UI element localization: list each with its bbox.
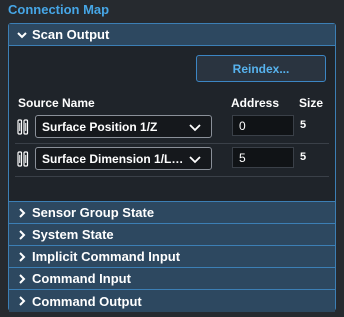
section-label: Command Output	[32, 293, 142, 309]
drag-handle-icon[interactable]	[17, 119, 29, 135]
section-label: System State	[32, 227, 114, 242]
column-header-address: Address	[231, 96, 280, 110]
connection-map-root: Connection Map Scan Output Reindex... So…	[0, 0, 344, 317]
reindex-button[interactable]: Reindex...	[196, 55, 326, 82]
table-row: Surface Dimension 1/Len... 5 5	[15, 144, 329, 174]
section-scan-output-body: Reindex... Source Name Address Size Surf…	[9, 46, 335, 202]
source-name-value: Surface Dimension 1/Len...	[42, 151, 188, 166]
page-title: Connection Map	[8, 2, 110, 17]
connection-map-panel: Scan Output Reindex... Source Name Addre…	[8, 23, 336, 312]
source-name-value: Surface Position 1/Z	[42, 119, 158, 134]
section-command-output-header[interactable]: Command Output	[9, 290, 335, 312]
size-value: 5	[300, 151, 307, 163]
row-divider	[15, 176, 329, 177]
chevron-down-icon	[189, 122, 201, 132]
section-system-state-header[interactable]: System State	[9, 224, 335, 246]
section-scan-output-label: Scan Output	[32, 27, 110, 42]
section-label: Sensor Group State	[32, 205, 155, 220]
source-name-select[interactable]: Surface Dimension 1/Len...	[35, 147, 212, 170]
section-scan-output-header[interactable]: Scan Output	[9, 24, 335, 46]
chevron-right-icon	[15, 228, 29, 242]
chevron-down-icon	[189, 154, 201, 164]
table-row: Surface Position 1/Z 0 5	[15, 112, 329, 142]
column-header-source-name: Source Name	[18, 96, 95, 110]
column-header-size: Size	[299, 96, 324, 110]
drag-handle-icon[interactable]	[17, 151, 29, 167]
chevron-right-icon	[15, 206, 29, 220]
section-label: Implicit Command Input	[32, 249, 181, 264]
chevron-right-icon	[15, 272, 29, 286]
chevron-right-icon	[15, 250, 29, 264]
section-implicit-command-input-header[interactable]: Implicit Command Input	[9, 246, 335, 268]
section-sensor-group-state-header[interactable]: Sensor Group State	[9, 202, 335, 224]
section-label: Command Input	[32, 271, 131, 286]
address-input[interactable]: 0	[232, 115, 294, 136]
chevron-right-icon	[15, 294, 29, 308]
chevron-down-icon	[15, 28, 29, 42]
size-value: 5	[300, 119, 307, 131]
source-name-select[interactable]: Surface Position 1/Z	[35, 115, 212, 138]
section-command-input-header[interactable]: Command Input	[9, 268, 335, 290]
address-input[interactable]: 5	[232, 147, 294, 168]
